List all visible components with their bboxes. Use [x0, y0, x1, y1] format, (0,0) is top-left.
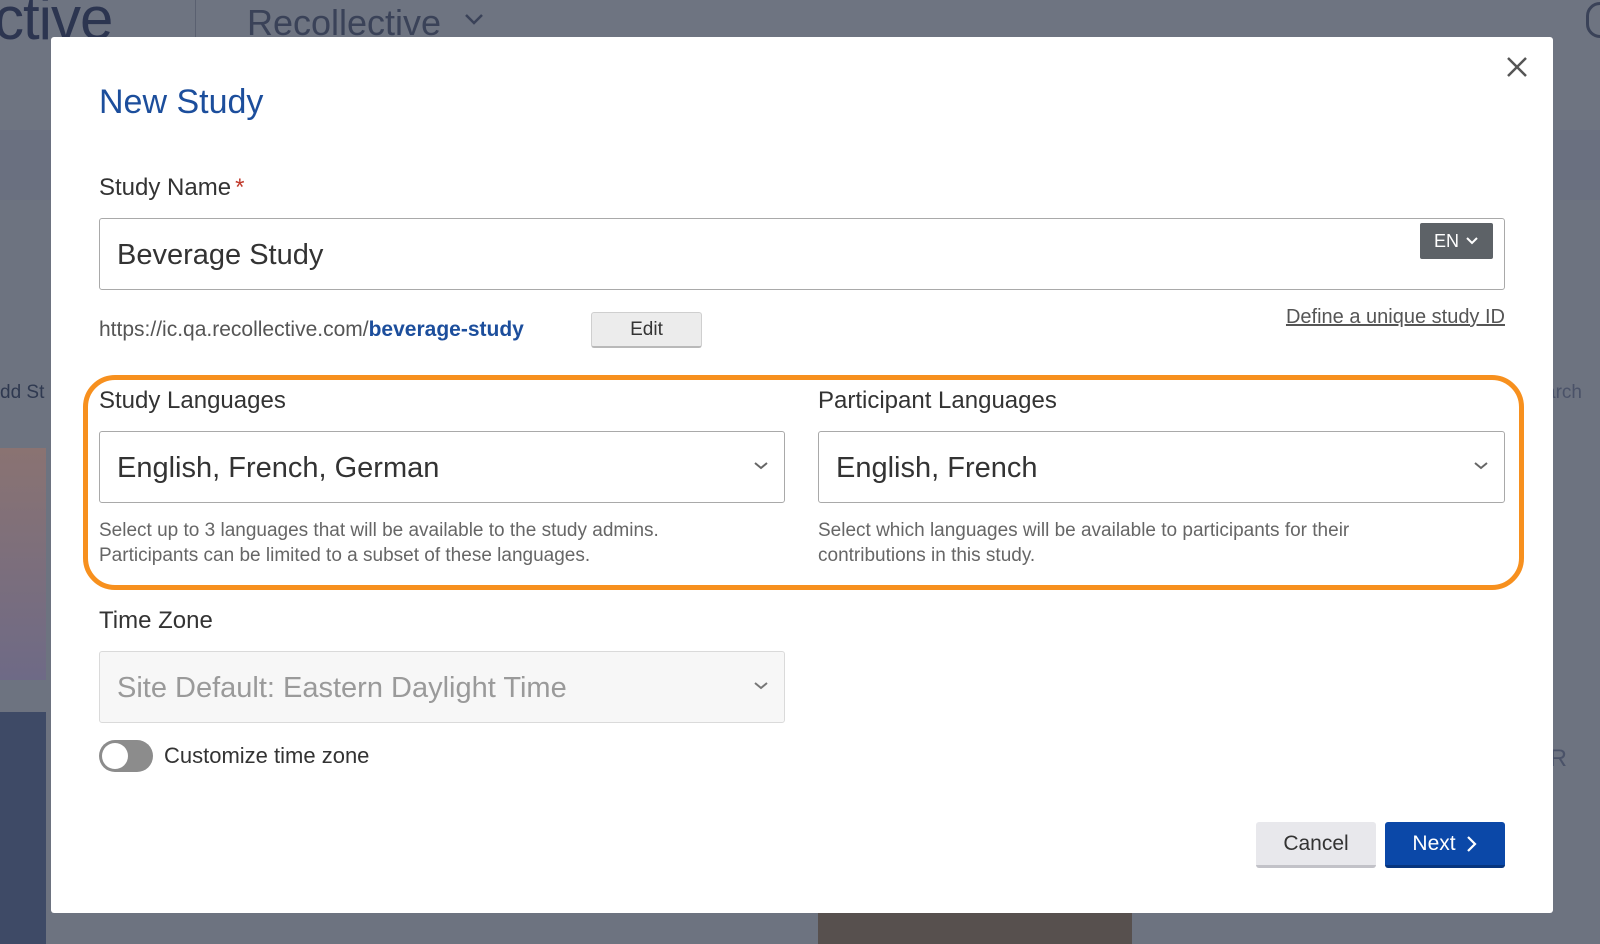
language-selector-button[interactable]: EN [1420, 223, 1493, 259]
study-name-input[interactable]: Beverage Study EN [99, 218, 1505, 290]
language-code: EN [1433, 230, 1459, 251]
study-languages-value: English, French, German [117, 452, 440, 484]
toggle-knob [102, 743, 128, 769]
header-divider [195, 0, 196, 42]
participant-languages-help: Select which languages will be available… [818, 518, 1478, 568]
participant-languages-select[interactable]: English, French [818, 431, 1505, 503]
time-zone-value: Site Default: Eastern Daylight Time [117, 672, 567, 704]
close-icon[interactable] [1503, 53, 1531, 81]
study-languages-label: Study Languages [99, 387, 286, 414]
user-icon [1586, 2, 1600, 38]
define-study-id-link[interactable]: Define a unique study ID [1286, 306, 1505, 329]
cancel-label: Cancel [1283, 831, 1349, 855]
help-line: contributions in this study. [818, 545, 1036, 566]
chevron-down-icon [754, 462, 768, 470]
time-zone-label: Time Zone [99, 607, 213, 634]
customize-time-zone-label: Customize time zone [164, 743, 370, 768]
next-button[interactable]: Next [1385, 822, 1505, 868]
add-study-text: dd St [0, 382, 45, 403]
help-line: Select up to 3 languages that will be av… [99, 520, 659, 541]
study-name-label-text: Study Name [99, 174, 232, 201]
chevron-down-icon [754, 682, 768, 690]
study-languages-help: Select up to 3 languages that will be av… [99, 518, 759, 568]
study-languages-select[interactable]: English, French, German [99, 431, 785, 503]
study-card-thumbnail [0, 448, 46, 680]
study-url: https://ic.qa.recollective.com/beverage-… [99, 318, 524, 342]
time-zone-select: Site Default: Eastern Daylight Time [99, 651, 785, 723]
modal-title: New Study [99, 83, 264, 121]
new-study-modal: New Study Study Name * Beverage Study EN … [51, 37, 1553, 913]
cancel-button[interactable]: Cancel [1256, 822, 1376, 868]
required-marker: * [235, 174, 245, 201]
chevron-down-icon [1474, 462, 1488, 470]
study-name-value: Beverage Study [117, 239, 324, 271]
help-line: Participants can be limited to a subset … [99, 545, 591, 566]
participant-languages-label: Participant Languages [818, 387, 1057, 414]
next-label: Next [1412, 831, 1456, 855]
study-name-label: Study Name * [99, 174, 244, 202]
chevron-down-icon [1466, 237, 1478, 245]
study-card-thumbnail [0, 712, 46, 944]
help-line: Select which languages will be available… [818, 520, 1350, 541]
url-slug: beverage-study [368, 318, 524, 341]
chevron-down-icon [465, 14, 483, 25]
chevron-right-icon [1466, 835, 1477, 852]
participant-languages-value: English, French [836, 452, 1038, 484]
url-prefix: https://ic.qa.recollective.com/ [99, 318, 369, 341]
edit-url-button[interactable]: Edit [591, 312, 702, 348]
customize-time-zone-toggle[interactable] [99, 740, 153, 772]
study-card-thumbnail [818, 912, 1132, 944]
